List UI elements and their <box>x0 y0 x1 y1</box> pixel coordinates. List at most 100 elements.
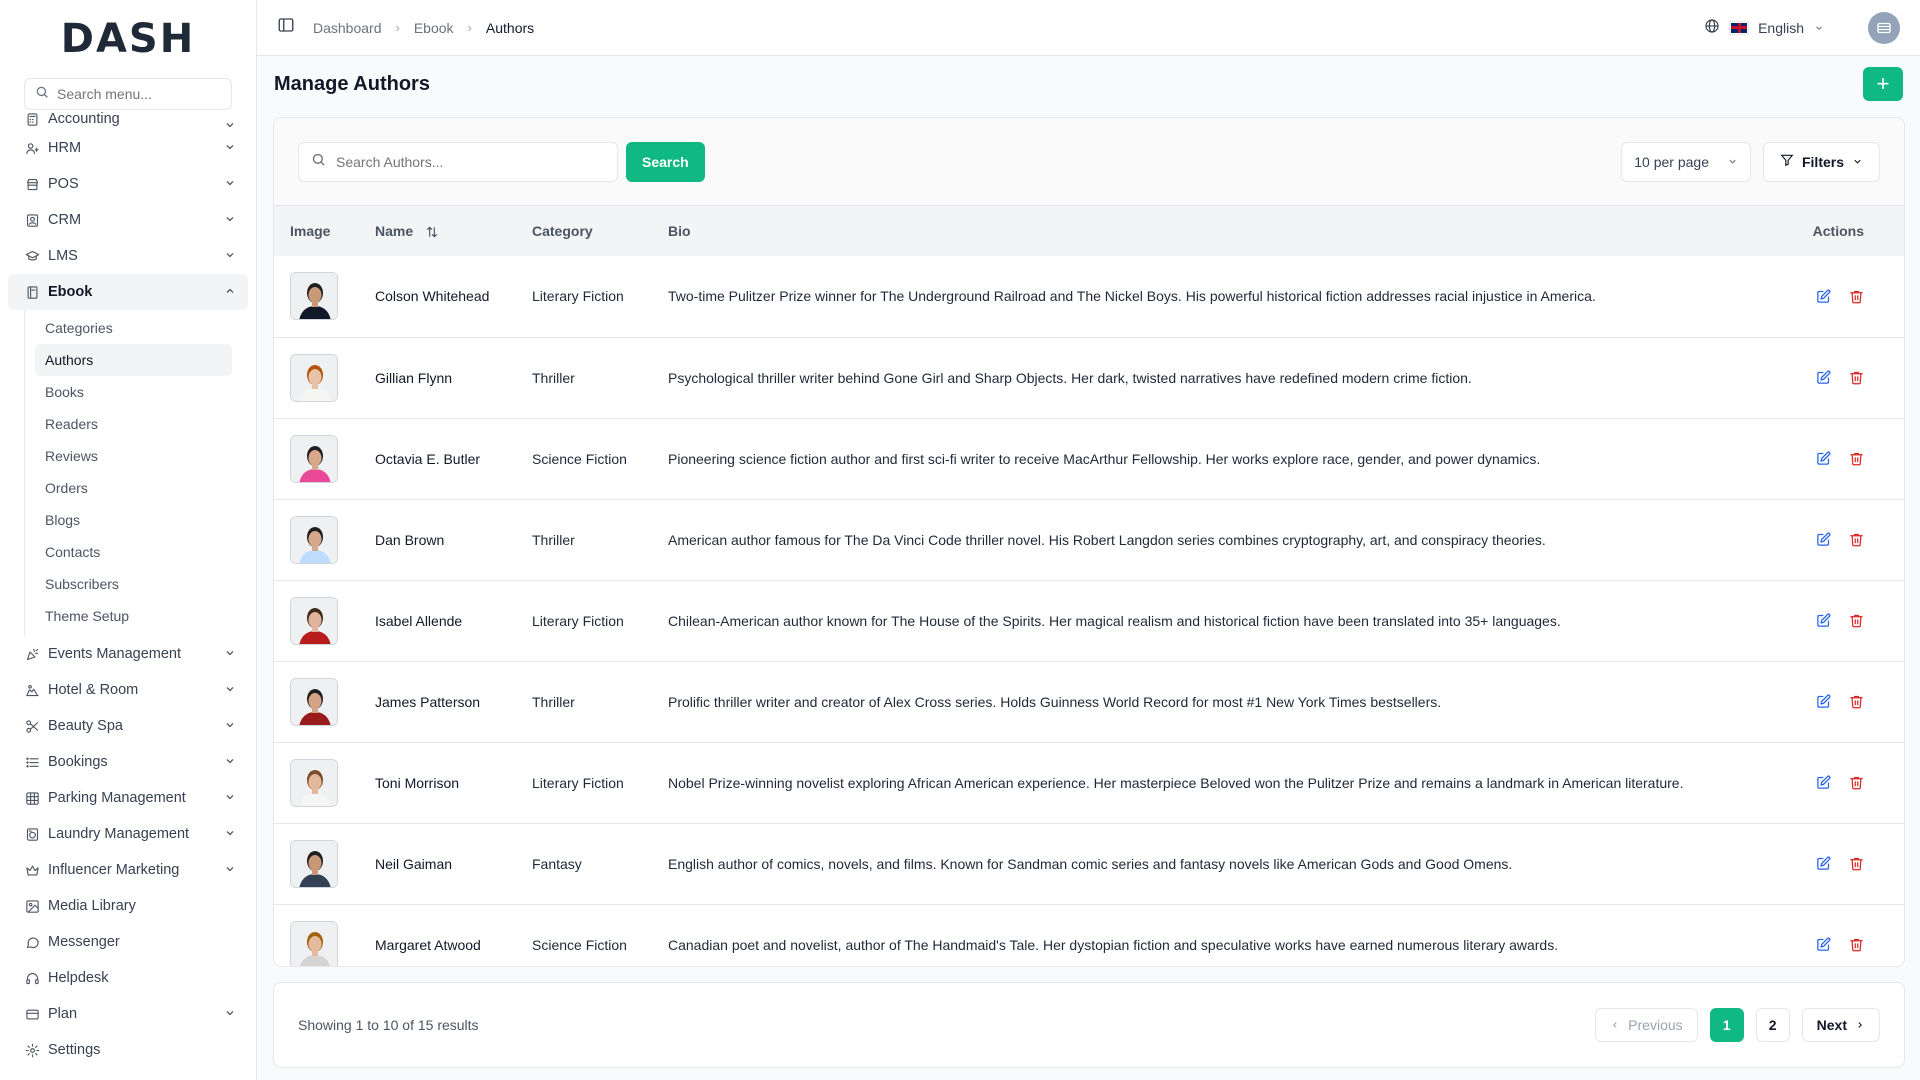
sidebar-item-beauty-spa[interactable]: Beauty Spa <box>8 708 248 744</box>
edit-icon[interactable] <box>1816 775 1831 790</box>
sidebar-item-hotel-room[interactable]: Hotel & Room <box>8 672 248 708</box>
edit-icon[interactable] <box>1816 370 1831 385</box>
sidebar-item-pos[interactable]: POS <box>8 166 248 202</box>
author-photo <box>290 920 338 966</box>
chevron-down-icon <box>224 249 236 265</box>
edit-icon[interactable] <box>1816 532 1831 547</box>
sidebar-item-media-library[interactable]: Media Library <box>8 888 248 924</box>
sidebar-toggle-icon[interactable] <box>277 16 295 39</box>
sidebar-item-helpdesk[interactable]: Helpdesk <box>8 960 248 996</box>
edit-icon[interactable] <box>1816 856 1831 871</box>
breadcrumb-ebook[interactable]: Ebook <box>414 20 454 36</box>
author-category: Science Fiction <box>532 936 627 953</box>
uk-flag-icon <box>1730 21 1749 34</box>
sidebar-item-laundry-management[interactable]: Laundry Management <box>8 816 248 852</box>
sidebar-item-accounting[interactable]: Accounting <box>8 108 248 130</box>
edit-icon[interactable] <box>1816 451 1831 466</box>
filters-button[interactable]: Filters <box>1762 141 1880 182</box>
table-row: Isabel Allende Literary Fiction Chilean-Am… <box>274 580 1904 661</box>
page-2-button[interactable]: 2 <box>1755 1008 1790 1042</box>
trash-icon[interactable] <box>1849 289 1864 304</box>
edit-icon[interactable] <box>1816 289 1831 304</box>
chevron-down-icon <box>224 863 236 879</box>
sidebar-item-lms[interactable]: LMS <box>8 238 248 274</box>
filters-label: Filters <box>1801 153 1844 170</box>
authors-table: Image Name Category Bio Actions Colson W… <box>274 206 1904 966</box>
chevron-right-icon <box>1855 1017 1865 1033</box>
author-photo <box>290 353 338 402</box>
chevron-right-icon: › <box>395 20 400 35</box>
search-button[interactable]: Search <box>626 141 705 182</box>
author-category: Thriller <box>532 531 575 548</box>
image-cell <box>274 580 359 661</box>
header-actions: Actions <box>1812 223 1864 239</box>
page-1-button[interactable]: 1 <box>1709 1008 1744 1042</box>
edit-icon[interactable] <box>1816 613 1831 628</box>
logo[interactable]: DASH <box>0 0 256 78</box>
sidebar-subitem-reviews[interactable]: Reviews <box>35 440 232 472</box>
edit-icon[interactable] <box>1816 694 1831 709</box>
sidebar-item-influencer-marketing[interactable]: Influencer Marketing <box>8 852 248 888</box>
trash-icon[interactable] <box>1849 370 1864 385</box>
sidebar-item-crm[interactable]: CRM <box>8 202 248 238</box>
menu-search-input[interactable] <box>57 86 237 102</box>
table-header-row: Image Name Category Bio Actions <box>274 206 1904 256</box>
sidebar-item-parking-management[interactable]: Parking Management <box>8 780 248 816</box>
sidebar-subitem-theme-setup[interactable]: Theme Setup <box>35 600 232 632</box>
breadcrumb-dashboard[interactable]: Dashboard <box>313 20 382 36</box>
trash-icon[interactable] <box>1849 532 1864 547</box>
sidebar-subitem-orders[interactable]: Orders <box>35 472 232 504</box>
sidebar-item-plan[interactable]: Plan <box>8 996 248 1032</box>
sidebar-item-settings[interactable]: Settings <box>8 1032 248 1068</box>
sidebar-item-hrm[interactable]: HRM <box>8 130 248 166</box>
sidebar-subitem-books[interactable]: Books <box>35 376 232 408</box>
trash-icon[interactable] <box>1849 694 1864 709</box>
image-icon <box>24 898 40 914</box>
author-name: Neil Gaiman <box>375 855 453 872</box>
edit-icon[interactable] <box>1816 937 1831 952</box>
author-bio: American author famous for The Da Vinci … <box>668 531 1546 548</box>
author-photo <box>290 596 338 645</box>
author-search-input[interactable] <box>336 153 596 170</box>
crown-icon <box>24 862 40 878</box>
sidebar-item-messenger[interactable]: Messenger <box>8 924 248 960</box>
scissors-icon <box>24 718 40 734</box>
sidebar-item-label: Events Management <box>48 646 181 662</box>
sidebar-subitem-readers[interactable]: Readers <box>35 408 232 440</box>
menu-search[interactable] <box>24 78 237 110</box>
author-name: James Patterson <box>375 693 481 710</box>
table-row: Octavia E. Butler Science Fiction Pioneeri… <box>274 418 1904 499</box>
user-avatar[interactable] <box>1868 11 1900 44</box>
trash-icon[interactable] <box>1849 775 1864 790</box>
sort-icon[interactable] <box>425 225 439 239</box>
language-selector[interactable]: English <box>1758 20 1804 36</box>
sidebar-subitem-blogs[interactable]: Blogs <box>35 504 232 536</box>
per-page-select[interactable]: 10 per page <box>1621 141 1751 182</box>
trash-icon[interactable] <box>1849 937 1864 952</box>
page-title: Manage Authors <box>274 72 430 95</box>
next-page-button[interactable]: Next <box>1801 1008 1880 1042</box>
author-search[interactable] <box>298 141 618 182</box>
pagination: Previous 1 2 Next <box>1595 1008 1880 1042</box>
previous-page-button[interactable]: Previous <box>1595 1008 1698 1042</box>
sidebar-item-ebook[interactable]: Ebook <box>8 274 248 310</box>
sidebar: DASH Accounting HRM POS CRM LMS Ebook Categori… <box>0 0 257 1080</box>
sidebar-item-bookings[interactable]: Bookings <box>8 744 248 780</box>
table-scroll[interactable]: Image Name Category Bio Actions Colson W… <box>274 206 1904 966</box>
sidebar-menu: Accounting HRM POS CRM LMS Ebook Categories Aut… <box>0 108 256 1068</box>
sidebar-item-label: Bookings <box>48 754 108 770</box>
trash-icon[interactable] <box>1849 856 1864 871</box>
header-name[interactable]: Name <box>359 206 516 256</box>
sidebar-item-events-management[interactable]: Events Management <box>8 636 248 672</box>
chevron-down-icon <box>224 683 236 699</box>
sidebar-item-label: Accounting <box>48 111 120 127</box>
trash-icon[interactable] <box>1849 613 1864 628</box>
chevron-down-icon <box>224 141 236 157</box>
sidebar-subitem-categories[interactable]: Categories <box>35 312 232 344</box>
sidebar-subitem-authors[interactable]: Authors <box>35 344 232 376</box>
sidebar-subitem-contacts[interactable]: Contacts <box>35 536 232 568</box>
sidebar-subitem-subscribers[interactable]: Subscribers <box>35 568 232 600</box>
actions-cell <box>1744 418 1904 499</box>
trash-icon[interactable] <box>1849 451 1864 466</box>
add-author-button[interactable]: + <box>1863 67 1903 101</box>
